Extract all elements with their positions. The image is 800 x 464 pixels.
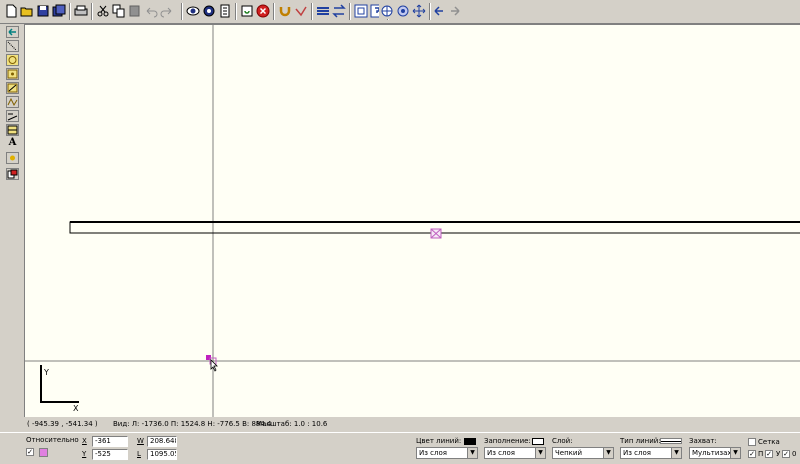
grid-label: Сетка (758, 438, 780, 446)
save-file-icon[interactable] (35, 3, 51, 19)
open-file-icon[interactable] (19, 3, 35, 19)
properties-tool-icon[interactable] (6, 168, 19, 180)
redo-icon[interactable] (159, 3, 175, 19)
line-color-label: Цвет линий: (416, 437, 462, 445)
back-icon[interactable] (431, 3, 447, 19)
fill-label: Заполнение: (484, 437, 531, 445)
chevron-down-icon[interactable]: ▼ (671, 448, 681, 458)
tool-palette: A (0, 24, 24, 432)
l-field[interactable]: 1095.05 (147, 449, 177, 460)
measure-tool-icon[interactable] (6, 110, 19, 122)
axis-y-label: Y (44, 368, 49, 377)
layers-icon[interactable] (315, 3, 331, 19)
copy-icon[interactable] (111, 3, 127, 19)
line-color-select[interactable]: Из слоя ▼ (416, 447, 478, 459)
y-field[interactable]: -525 (92, 449, 128, 460)
layer-label: Слой: (552, 437, 573, 445)
relative-color-icon[interactable] (39, 448, 48, 457)
save-all-icon[interactable] (51, 3, 67, 19)
canvas-drawing (25, 25, 800, 417)
rectangle-tool-icon[interactable] (6, 124, 19, 136)
undo-icon[interactable] (143, 3, 159, 19)
new-file-icon[interactable] (3, 3, 19, 19)
point-tool-icon[interactable] (6, 68, 19, 80)
property-panel: Относительно ✓ X -361 Y -525 W 208.648 L… (0, 432, 800, 464)
u-label: У (776, 450, 781, 458)
main-toolbar (0, 0, 800, 24)
page-icon[interactable] (217, 3, 233, 19)
relative-label: Относительно (26, 436, 79, 444)
snap-select[interactable]: Мультизахв ▼ (689, 447, 741, 459)
drawing-canvas[interactable]: Y X (24, 24, 800, 417)
w-label: W (137, 437, 144, 445)
forward-icon[interactable] (447, 3, 463, 19)
line-color-swatch (464, 438, 476, 445)
relative-checkbox[interactable]: ✓ (26, 448, 34, 456)
u-checkbox[interactable]: ✓ (765, 450, 773, 458)
zero-checkbox[interactable]: ✓ (782, 450, 790, 458)
y-label: Y (82, 450, 87, 458)
line-type-select[interactable]: Из слоя ▼ (620, 447, 682, 459)
p-checkbox[interactable]: ✓ (748, 450, 756, 458)
magnet-icon[interactable] (277, 3, 293, 19)
print-icon[interactable] (73, 3, 89, 19)
circle-tool-icon[interactable] (6, 54, 19, 66)
move-icon[interactable] (411, 3, 427, 19)
fill-swatch (532, 438, 544, 445)
grid-checkbox[interactable] (748, 438, 756, 446)
w-field[interactable]: 208.648 (147, 436, 177, 447)
paste-icon[interactable] (127, 3, 143, 19)
chevron-down-icon[interactable]: ▼ (535, 448, 545, 458)
cut-icon[interactable] (95, 3, 111, 19)
scale-readout: Масштаб: 1.0 : 10.6 (256, 420, 328, 428)
check-mark-icon[interactable] (293, 3, 309, 19)
zero-label: 0 (792, 450, 797, 458)
view-bounds: Вид: Л: -1736.0 П: 1524.8 Н: -776.5 В: 8… (113, 420, 272, 428)
fill-value: Из слоя (487, 449, 515, 457)
line-type-label: Тип линий: (620, 437, 661, 445)
zoom-pan-icon[interactable] (395, 3, 411, 19)
line-color-value: Из слоя (419, 449, 447, 457)
zoom-in-icon[interactable] (379, 3, 395, 19)
view-2-icon[interactable] (201, 3, 217, 19)
cursor-coordinates: ( -945.39 , -541.34 ) (27, 420, 98, 428)
arrows-icon[interactable] (331, 3, 347, 19)
layer-select[interactable]: Чепкий ▼ (552, 447, 614, 459)
axis-x-label: X (73, 404, 79, 413)
chevron-down-icon[interactable]: ▼ (730, 448, 740, 458)
layer-value: Чепкий (555, 449, 583, 457)
text-tool-icon[interactable]: A (6, 138, 19, 150)
status-bar: ( -945.39 , -541.34 ) Вид: Л: -1736.0 П:… (24, 418, 800, 430)
back-arrow-icon[interactable] (6, 26, 19, 38)
x-field[interactable]: -361 (92, 436, 128, 447)
fill-select[interactable]: Из слоя ▼ (484, 447, 546, 459)
chevron-down-icon[interactable]: ▼ (603, 448, 613, 458)
select-icon[interactable] (6, 40, 19, 52)
stop-icon[interactable] (255, 3, 271, 19)
line-tool-icon[interactable] (6, 82, 19, 94)
l-label: L (137, 450, 141, 458)
refresh-icon[interactable] (239, 3, 255, 19)
zoom-fit-icon[interactable] (353, 3, 369, 19)
spot-tool-icon[interactable] (6, 152, 19, 164)
chevron-down-icon[interactable]: ▼ (467, 448, 477, 458)
x-label: X (82, 437, 87, 445)
snap-label: Захват: (689, 437, 717, 445)
view-icon[interactable] (185, 3, 201, 19)
p-label: П (758, 450, 764, 458)
line-type-value: Из слоя (623, 449, 651, 457)
polyline-tool-icon[interactable] (6, 96, 19, 108)
line-type-preview (660, 438, 682, 444)
